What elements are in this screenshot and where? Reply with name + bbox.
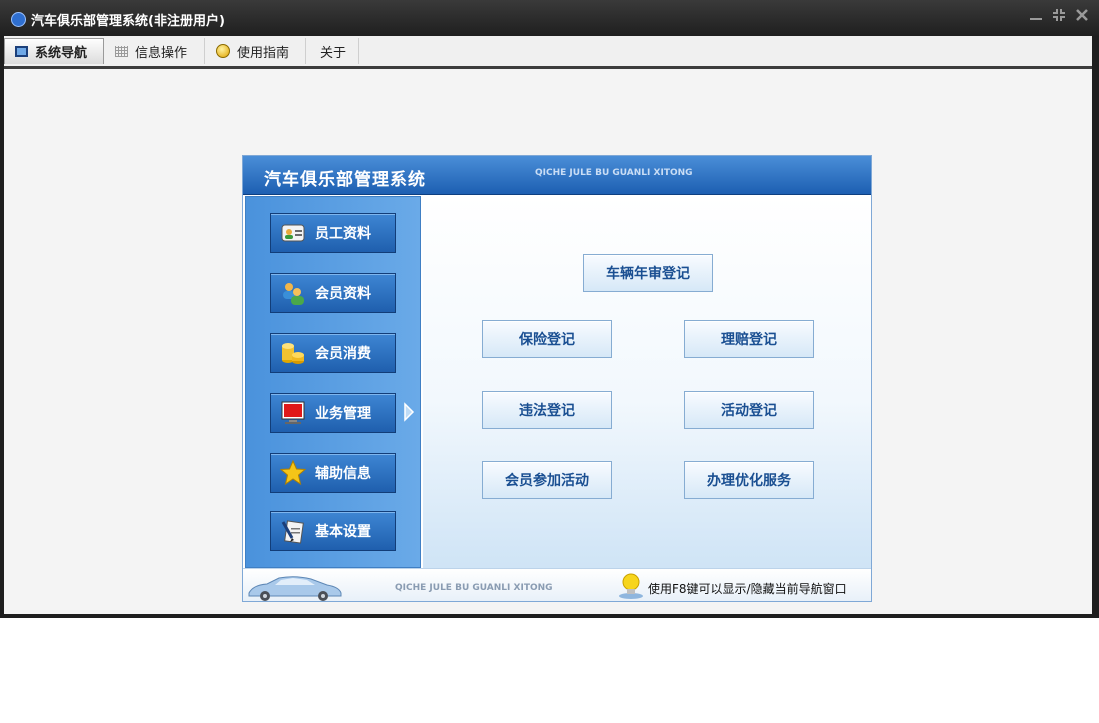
- help-icon: [216, 44, 230, 58]
- panel-title: 汽车俱乐部管理系统: [264, 170, 426, 190]
- tab-about[interactable]: 关于: [307, 38, 359, 64]
- monitor-icon: [280, 400, 306, 426]
- tab-user-guide[interactable]: 使用指南: [206, 38, 306, 64]
- app-logo-icon: [11, 12, 26, 27]
- panel-header: 汽车俱乐部管理系统 QICHE JULE BU GUANLI XITONG: [243, 156, 871, 195]
- violation-button[interactable]: 违法登记: [482, 391, 612, 429]
- annual-inspection-button[interactable]: 车辆年审登记: [583, 254, 713, 292]
- nav-auxiliary-info-button[interactable]: 辅助信息: [270, 453, 396, 493]
- tab-label: 系统导航: [35, 46, 88, 61]
- nav-label: 会员资料: [315, 286, 371, 302]
- monitor-icon: [15, 46, 28, 57]
- sidebar: 员工资料 会员资料 会员消费 业务管理 辅助信息 基本设置: [245, 196, 421, 568]
- tab-label: 关于: [320, 45, 347, 61]
- close-icon[interactable]: [1074, 8, 1090, 26]
- panel-footer: QICHE JULE BU GUANLI XITONG 使用F8键可以显示/隐藏…: [243, 568, 871, 601]
- nav-member-info-button[interactable]: 会员资料: [270, 273, 396, 313]
- footer-tip: 使用F8键可以显示/隐藏当前导航窗口: [648, 582, 847, 596]
- panel-subtitle: QICHE JULE BU GUANLI XITONG: [535, 168, 693, 178]
- id-card-icon: [280, 220, 306, 246]
- nav-employee-info-button[interactable]: 员工资料: [270, 213, 396, 253]
- nav-label: 员工资料: [315, 226, 371, 242]
- footer-subtitle: QICHE JULE BU GUANLI XITONG: [395, 583, 553, 593]
- optimize-service-button[interactable]: 办理优化服务: [684, 461, 814, 499]
- nav-label: 业务管理: [315, 406, 371, 422]
- nav-member-consumption-button[interactable]: 会员消费: [270, 333, 396, 373]
- nav-label: 基本设置: [315, 524, 371, 540]
- navigation-panel: 汽车俱乐部管理系统 QICHE JULE BU GUANLI XITONG 员工…: [242, 155, 872, 602]
- window-title: 汽车俱乐部管理系统(非注册用户): [31, 14, 225, 29]
- nav-label: 辅助信息: [315, 466, 371, 482]
- car-icon: [245, 573, 343, 601]
- tab-label: 使用指南: [237, 45, 290, 61]
- tab-system-navigation[interactable]: 系统导航: [4, 38, 104, 64]
- member-join-activity-button[interactable]: 会员参加活动: [482, 461, 612, 499]
- chevron-right-icon: [403, 402, 415, 422]
- title-bar[interactable]: 汽车俱乐部管理系统(非注册用户): [0, 0, 1099, 36]
- app-window: 汽车俱乐部管理系统(非注册用户) 系统导航 信息操作 使用指南 关于 汽车俱乐部…: [0, 0, 1099, 618]
- nav-basic-settings-button[interactable]: 基本设置: [270, 511, 396, 551]
- tab-info-operations[interactable]: 信息操作: [105, 38, 205, 64]
- lightbulb-icon: [617, 572, 645, 601]
- grid-icon: [115, 45, 128, 57]
- tab-label: 信息操作: [135, 45, 188, 61]
- minimize-icon[interactable]: [1028, 8, 1044, 26]
- insurance-button[interactable]: 保险登记: [482, 320, 612, 358]
- star-icon: [280, 460, 306, 486]
- activity-button[interactable]: 活动登记: [684, 391, 814, 429]
- action-area: 车辆年审登记 保险登记 理赔登记 违法登记 活动登记 会员参加活动 办理优化服务: [423, 196, 871, 568]
- nav-business-management-button[interactable]: 业务管理: [270, 393, 396, 433]
- menu-bar: 系统导航 信息操作 使用指南 关于: [4, 36, 1092, 69]
- coins-icon: [280, 340, 306, 366]
- restore-icon[interactable]: [1051, 8, 1067, 26]
- settings-icon: [280, 518, 306, 544]
- users-icon: [280, 280, 306, 306]
- nav-label: 会员消费: [315, 346, 371, 362]
- claims-button[interactable]: 理赔登记: [684, 320, 814, 358]
